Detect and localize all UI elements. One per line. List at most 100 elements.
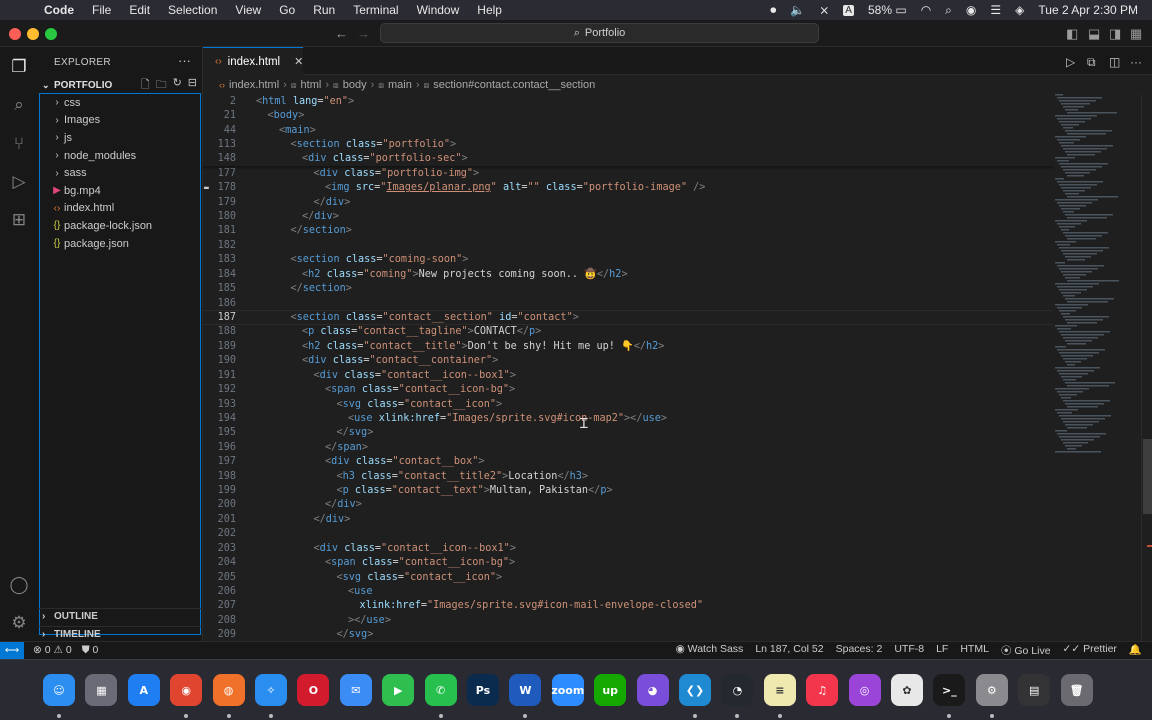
outline-section-header[interactable]: › OUTLINE	[38, 608, 203, 624]
code-line[interactable]: 201 </div>	[203, 512, 1053, 526]
dock-calculator-icon[interactable]: ▤	[1018, 674, 1051, 706]
dock-terminal-icon[interactable]: >_	[933, 674, 966, 706]
menu-go[interactable]: Go	[279, 3, 295, 17]
code-line[interactable]: 179 </div>	[203, 195, 1053, 209]
code-line[interactable]: 203 <div class="contact__icon--box1">	[203, 541, 1053, 555]
tree-item-css[interactable]: › css	[40, 94, 200, 112]
dock-whatsapp-icon[interactable]: ✆	[424, 674, 457, 706]
dock-photos-icon[interactable]: ✿	[891, 674, 923, 706]
dock-safari-icon[interactable]: ✧	[255, 674, 287, 706]
timeline-section-header[interactable]: › TIMELINE	[38, 626, 203, 642]
code-line[interactable]: 207 xlink:href="Images/sprite.svg#icon-ma…	[203, 599, 1053, 613]
code-line[interactable]: 148 <div class="portfolio-sec">	[203, 151, 1053, 167]
code-line[interactable]: 180 </div>	[203, 209, 1053, 223]
dock-notes-icon[interactable]: ≡	[763, 674, 796, 706]
dock-firefox-icon[interactable]: ◍	[212, 674, 245, 706]
dock-github-desktop-icon[interactable]: ◕	[636, 674, 669, 706]
spotlight-search-icon[interactable]: ⌕	[945, 3, 952, 18]
code-line[interactable]: 205 <svg class="contact__icon">	[203, 570, 1053, 584]
watch-sass-button[interactable]: ◉ Watch Sass	[676, 643, 744, 658]
notifications-bell-icon[interactable]: 🔔	[1129, 643, 1142, 658]
dock-github-icon[interactable]: ◔	[721, 674, 754, 706]
code-line[interactable]: 192 <span class="contact__icon-bg">	[203, 382, 1053, 396]
code-line[interactable]: 185 </section>	[203, 281, 1053, 295]
tree-item-js[interactable]: › js	[40, 129, 200, 147]
dock-launchpad-icon[interactable]: ▦	[85, 674, 118, 706]
code-line[interactable]: 184 <h2 class="coming">New projects comin…	[203, 267, 1053, 281]
menu-app-name[interactable]: Code	[44, 3, 74, 17]
code-line[interactable]: 187 <section class="contact__section" id=…	[203, 310, 1053, 325]
back-arrow-icon[interactable]: ←	[335, 26, 348, 41]
new-file-icon[interactable]: 🗋	[141, 76, 150, 95]
code-line[interactable]: 186	[203, 296, 1053, 310]
ports-indicator[interactable]: ⛊ 0	[82, 644, 99, 657]
menu-run[interactable]: Run	[313, 3, 335, 17]
encoding[interactable]: UTF-8	[894, 643, 924, 658]
code-line[interactable]: 193 <svg class="contact__icon">	[203, 397, 1053, 411]
code-line[interactable]: 206 <use	[203, 584, 1053, 598]
bluetooth-off-icon[interactable]: ⨯	[819, 3, 829, 17]
code-line[interactable]: 190 <div class="contact__container">	[203, 354, 1053, 368]
code-line[interactable]: 178 <img src="Images/planar.png" alt="" c…	[203, 181, 1053, 195]
forward-arrow-icon[interactable]: →	[357, 26, 370, 41]
wifi-icon[interactable]: ◠	[921, 3, 931, 17]
volume-icon[interactable]: 🔈	[790, 3, 805, 17]
control-center-icon[interactable]: ☰	[990, 3, 1001, 17]
window-close-button[interactable]	[9, 28, 21, 40]
dock-finder-icon[interactable]: ☺	[43, 674, 75, 706]
menu-edit[interactable]: Edit	[129, 3, 150, 17]
code-line[interactable]: 191 <div class="contact__icon--box1">	[203, 368, 1053, 382]
breadcrumb-item[interactable]: index.html	[229, 79, 279, 91]
editor-scrollbar[interactable]	[1141, 94, 1152, 641]
code-line[interactable]: 194 <use xlink:href="Images/sprite.svg#ic…	[203, 411, 1053, 425]
dock-trash-icon[interactable]: 🗑	[1060, 674, 1093, 706]
dock-music-icon[interactable]: ♫	[806, 674, 839, 706]
dock-photoshop-icon[interactable]: Ps	[467, 674, 499, 706]
code-line[interactable]: 204 <span class="contact__icon-bg">	[203, 555, 1053, 569]
open-changes-icon[interactable]: ⧉	[1087, 55, 1096, 70]
split-editor-icon[interactable]: ◫	[1109, 55, 1120, 69]
code-line[interactable]: 200 </div>	[203, 498, 1053, 512]
dock-vscode-icon[interactable]: ❮❯	[679, 674, 711, 706]
tree-item-index-html[interactable]: ‹› index.html	[40, 200, 200, 218]
code-line[interactable]: 195 </svg>	[203, 426, 1053, 440]
run-debug-icon[interactable]: ▷	[8, 171, 30, 193]
toggle-secondary-sidebar-icon[interactable]: ◨	[1109, 26, 1121, 42]
tree-item-images[interactable]: › Images	[40, 112, 200, 130]
dock-app-store-icon[interactable]: A	[127, 674, 160, 706]
menu-help[interactable]: Help	[477, 3, 502, 17]
battery-icon[interactable]: ▭	[895, 3, 906, 17]
tree-item-sass[interactable]: › sass	[40, 164, 200, 182]
code-line[interactable]: 181 </section>	[203, 224, 1053, 238]
tree-item-package-json[interactable]: {} package.json	[40, 235, 200, 253]
menu-selection[interactable]: Selection	[168, 3, 217, 17]
refresh-icon[interactable]: ↻	[173, 76, 182, 95]
code-line[interactable]: 196 </span>	[203, 440, 1053, 454]
extensions-icon[interactable]: ⊞	[8, 209, 30, 231]
code-line[interactable]: 44 <main>	[203, 122, 1053, 138]
dock-opera-icon[interactable]: O	[297, 674, 330, 706]
input-source-icon[interactable]: A	[843, 4, 854, 16]
menu-clock[interactable]: Tue 2 Apr 2:30 PM	[1038, 3, 1138, 17]
cursor-position[interactable]: Ln 187, Col 52	[755, 643, 823, 658]
new-folder-icon[interactable]: 🗀	[156, 76, 167, 95]
menu-window[interactable]: Window	[417, 3, 460, 17]
problems-indicator[interactable]: ⊗ 0 ⚠ 0	[33, 644, 72, 657]
end-of-line[interactable]: LF	[936, 643, 948, 658]
scrollbar-thumb[interactable]	[1143, 439, 1152, 514]
dock-word-icon[interactable]: W	[509, 674, 542, 706]
menu-terminal[interactable]: Terminal	[353, 3, 398, 17]
tab-index-html[interactable]: ‹› index.html ✕	[203, 47, 303, 75]
code-line[interactable]: 198 <h3 class="contact__title2">Location<…	[203, 469, 1053, 483]
breadcrumb-item[interactable]: section#contact.contact__section	[433, 79, 595, 91]
code-line[interactable]: 21 <body>	[203, 108, 1053, 123]
dock-chrome-icon[interactable]: ◉	[170, 674, 203, 706]
window-zoom-button[interactable]	[45, 28, 57, 40]
code-line[interactable]: 113 <section class="portfolio">	[203, 137, 1053, 152]
code-line[interactable]: 208 ></use>	[203, 613, 1053, 627]
toggle-primary-sidebar-icon[interactable]: ◧	[1066, 26, 1078, 42]
code-line[interactable]: 189 <h2 class="contact__title">Don't be s…	[203, 339, 1053, 353]
go-live-button[interactable]: ⦿ Go Live	[1001, 643, 1051, 658]
breadcrumb-item[interactable]: body	[343, 79, 367, 91]
customize-layout-icon[interactable]: ▦	[1130, 26, 1142, 42]
